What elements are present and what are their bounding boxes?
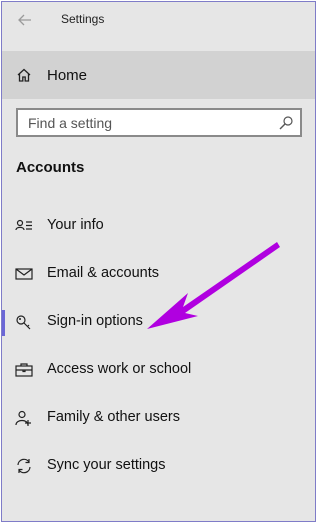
nav-item-label: Sign-in options — [47, 313, 143, 329]
mail-icon — [15, 268, 33, 280]
nav-item-label: Email & accounts — [47, 265, 160, 281]
nav-item-your-info[interactable]: Your info — [2, 206, 315, 246]
nav-item-sign-in-options[interactable]: Sign-in options — [2, 302, 315, 342]
nav-item-label: Family & other users — [47, 409, 180, 425]
search-icon[interactable] — [278, 115, 294, 131]
home-label: Home — [47, 67, 88, 84]
home-button[interactable]: Home — [2, 51, 315, 99]
home-icon — [17, 68, 31, 82]
window-title: Settings — [61, 12, 105, 26]
briefcase-icon — [15, 363, 33, 377]
nav-item-access-work-school[interactable]: Access work or school — [2, 350, 315, 390]
search-input[interactable]: Find a setting — [16, 108, 302, 137]
section-title: Accounts — [16, 159, 85, 176]
nav-item-sync-settings[interactable]: Sync your settings — [2, 446, 315, 486]
title-bar: Settings — [2, 2, 315, 38]
nav-item-family-other-users[interactable]: Family & other users — [2, 398, 315, 438]
person-card-icon — [15, 219, 32, 231]
sync-icon — [17, 458, 31, 474]
settings-window: Settings Home Find a setting Accounts Yo… — [1, 1, 316, 522]
nav-item-label: Sync your settings — [47, 457, 166, 473]
nav-item-label: Access work or school — [47, 361, 192, 377]
search-placeholder: Find a setting — [28, 115, 113, 131]
back-arrow-icon — [18, 14, 31, 26]
nav-item-email-accounts[interactable]: Email & accounts — [2, 254, 315, 294]
key-icon — [16, 315, 31, 330]
nav-item-label: Your info — [47, 217, 104, 233]
back-button[interactable] — [12, 8, 38, 32]
add-person-icon — [15, 410, 31, 426]
